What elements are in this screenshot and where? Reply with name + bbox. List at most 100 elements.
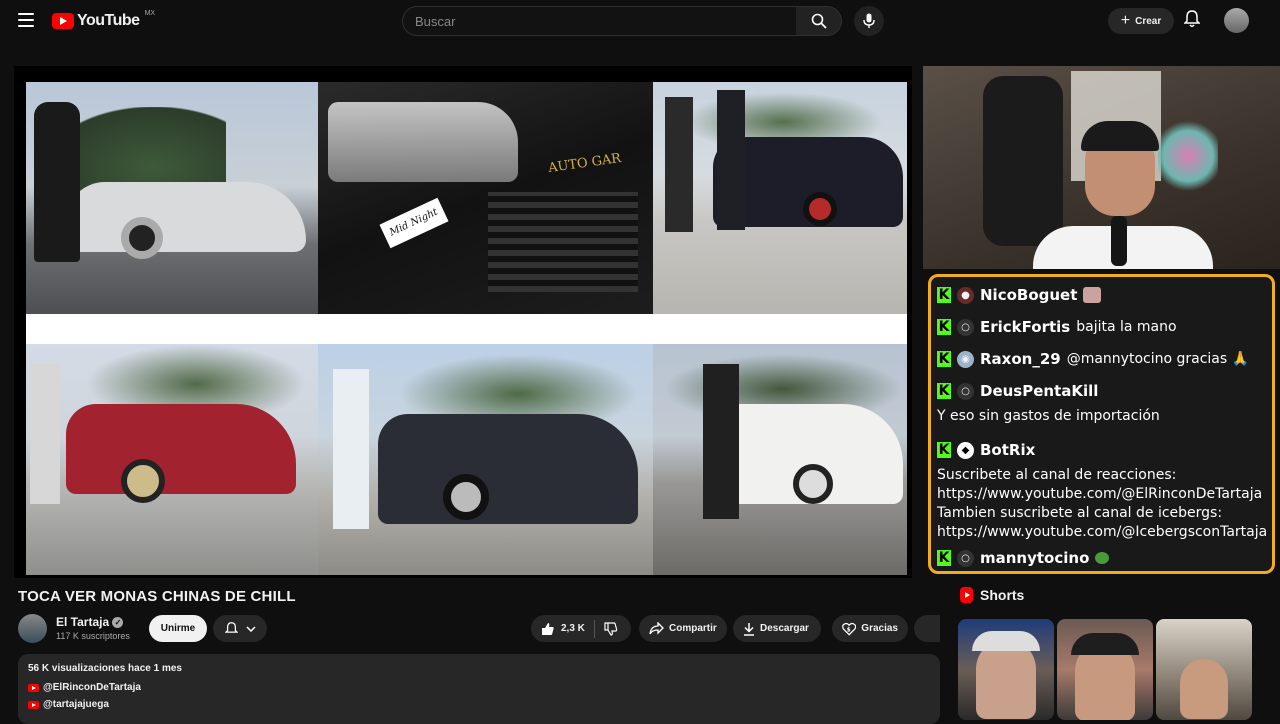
account-avatar[interactable]	[1224, 8, 1249, 33]
voice-search-button[interactable]	[854, 6, 884, 36]
user-avatar-icon: ○	[957, 549, 974, 567]
user-avatar-icon: ●	[957, 286, 974, 304]
chat-text-line: Suscribete al canal de reacciones:	[937, 467, 1177, 483]
more-actions-button[interactable]	[914, 615, 940, 642]
chat-text-line: https://www.youtube.com/@ElRinconDeTarta…	[937, 486, 1263, 502]
share-button[interactable]: Compartir	[639, 615, 727, 642]
subscription-notifications-button[interactable]	[213, 615, 267, 642]
youtube-logo[interactable]: YouTube MX	[52, 9, 156, 30]
bell-icon	[1183, 10, 1201, 27]
description-box[interactable]: 56 K visualizaciones hace 1 mes @ElRinco…	[18, 654, 940, 724]
chat-message: K ○ mannytocino	[937, 542, 1266, 571]
top-bar: YouTube MX Buscar + Crear	[0, 0, 1280, 42]
chat-text: Suscribete al canal de reacciones: https…	[937, 466, 1268, 542]
youtube-icon	[28, 700, 39, 709]
share-label: Compartir	[669, 623, 717, 634]
join-button[interactable]: Unirme	[149, 615, 207, 642]
chat-username: mannytocino	[980, 549, 1090, 567]
chat-message: K ● NicoBoguet	[937, 279, 1266, 311]
kick-badge-icon: K	[937, 351, 951, 367]
user-avatar-icon: ○	[957, 318, 974, 336]
chat-text-line: Tambien suscribete al canal de icebergs:	[937, 505, 1223, 521]
kick-badge-icon: K	[937, 287, 951, 303]
divider	[593, 619, 595, 638]
thumbs-down-icon	[604, 621, 618, 636]
chat-text: @mannytocino gracias 🙏	[1066, 351, 1250, 367]
country-code: MX	[144, 9, 156, 17]
photo-dark-car	[653, 82, 907, 314]
like-button[interactable]: 2,3 K	[541, 622, 585, 636]
video-title: TOCA VER MONAS CHINAS DE CHILL	[18, 588, 296, 605]
photo-white-car	[26, 82, 318, 314]
user-avatar-icon: ○	[957, 382, 974, 400]
channel-name[interactable]: El Tartaja ✓	[56, 615, 124, 629]
photo-sticker-midnight: Mid Night	[379, 197, 449, 249]
kick-badge-icon: K	[937, 319, 951, 335]
bell-icon	[224, 621, 238, 633]
chat-message: K ○ DeusPentaKill	[937, 375, 1266, 407]
chat-username: BotRix	[980, 441, 1036, 459]
search-button[interactable]	[796, 6, 842, 36]
chat-text: Y eso sin gastos de importación	[937, 408, 1160, 424]
video-frame[interactable]: AUTO GAR Mid Night	[26, 82, 907, 575]
chat-username: DeusPentaKill	[980, 382, 1099, 400]
chat-message: K ◉ Raxon_29 @mannytocino gracias 🙏	[937, 343, 1266, 375]
emote-frog-icon	[1095, 552, 1110, 564]
notifications-button[interactable]	[1183, 10, 1201, 33]
short-thumbnail[interactable]	[1156, 619, 1252, 720]
chat-username: NicoBoguet	[980, 286, 1078, 304]
channel-avatar[interactable]	[18, 614, 47, 643]
photo-white-gtr	[653, 344, 907, 575]
streamer-webcam	[923, 66, 1280, 269]
logo-text: YouTube	[77, 12, 140, 29]
verified-check-icon: ✓	[112, 617, 124, 629]
shorts-icon	[960, 587, 973, 603]
chat-text: bajita la mano	[1076, 319, 1177, 335]
youtube-play-icon	[52, 13, 74, 29]
photo-gray-car	[318, 344, 653, 575]
search-icon	[811, 13, 827, 29]
subscriber-count: 117 K suscriptores	[56, 631, 130, 641]
search-input[interactable]: Buscar	[402, 6, 797, 36]
shorts-heading: Shorts	[960, 587, 1024, 603]
download-button[interactable]: Descargar	[733, 615, 821, 642]
download-label: Descargar	[760, 623, 809, 634]
chat-username: ErickFortis	[980, 318, 1071, 336]
link-text: @ElRinconDeTartaja	[43, 682, 141, 693]
chat-username: Raxon_29	[980, 350, 1061, 368]
view-count-date: 56 K visualizaciones hace 1 mes	[28, 663, 182, 674]
share-icon	[649, 622, 664, 635]
thumbs-up-icon	[542, 622, 554, 635]
like-dislike-group: 2,3 K	[531, 615, 631, 642]
description-link[interactable]: @tartajajuega	[28, 699, 930, 710]
shorts-title: Shorts	[980, 587, 1025, 603]
description-link[interactable]: @ElRinconDeTartaja	[28, 682, 930, 693]
short-thumbnail[interactable]	[958, 619, 1054, 720]
kick-badge-icon: K	[937, 442, 951, 458]
short-thumbnail[interactable]	[1057, 619, 1153, 720]
bot-avatar-icon: ◆	[957, 441, 974, 459]
photo-caption-autogarage: AUTO GAR	[547, 150, 623, 177]
chat-text-line: https://www.youtube.com/@IcebergsconTart…	[937, 524, 1268, 540]
download-icon	[744, 622, 754, 636]
thanks-button[interactable]: $ Gracias	[832, 615, 908, 642]
plus-icon: +	[1120, 12, 1131, 29]
channel-name-text: El Tartaja	[56, 615, 110, 629]
photo-headlight-closeup: AUTO GAR Mid Night	[318, 82, 653, 314]
kick-badge-icon: K	[937, 383, 951, 399]
dislike-button[interactable]	[604, 621, 618, 636]
menu-icon[interactable]	[18, 13, 34, 27]
thanks-label: Gracias	[861, 623, 898, 634]
user-avatar-icon: ◉	[957, 350, 974, 368]
create-button[interactable]: + Crear	[1108, 8, 1174, 34]
microphone-icon	[863, 13, 875, 28]
chat-message: K ○ ErickFortis bajita la mano	[937, 311, 1266, 343]
youtube-icon	[28, 683, 39, 692]
chat-overlay: K ● NicoBoguet K ○ ErickFortis bajita la…	[928, 274, 1275, 574]
photo-red-car	[26, 344, 318, 575]
chat-message: K ◆ BotRix	[937, 434, 1266, 466]
chevron-down-icon	[245, 625, 256, 632]
emote-face-icon	[1083, 287, 1102, 303]
svg-text:$: $	[847, 627, 851, 633]
like-count: 2,3 K	[561, 623, 585, 634]
